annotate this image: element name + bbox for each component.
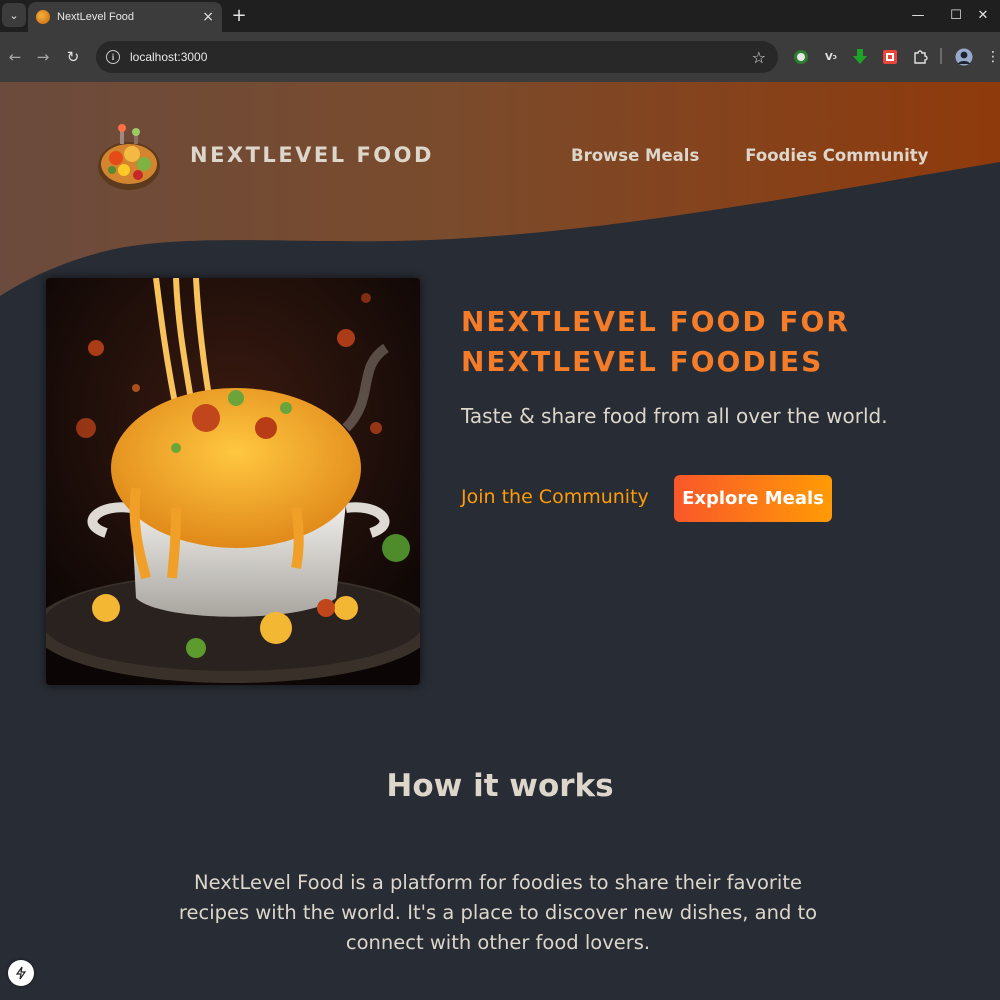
tab-favicon-icon [36, 10, 50, 24]
main-nav: Browse Meals Foodies Community [571, 146, 928, 165]
browser-tab-bar: ⌄ NextLevel Food × + — ☐ ✕ [0, 0, 1000, 32]
tab-title: NextLevel Food [57, 11, 135, 23]
nextjs-dev-indicator-icon[interactable] [8, 960, 34, 986]
how-it-works-title: How it works [386, 768, 614, 804]
extensions-puzzle-icon[interactable] [911, 48, 929, 66]
logo-food-icon [96, 120, 162, 190]
extension-red-icon[interactable] [881, 48, 899, 66]
logo-text: NEXTLEVEL FOOD [190, 143, 434, 167]
profile-avatar[interactable] [955, 48, 973, 66]
more-menu-icon[interactable]: ⋮ [984, 48, 1000, 66]
logo-link[interactable]: NEXTLEVEL FOOD [96, 120, 434, 190]
how-it-works-description: NextLevel Food is a platform for foodies… [178, 871, 818, 954]
page-content: NEXTLEVEL FOOD Browse Meals Foodies Comm… [0, 82, 1000, 1000]
download-icon[interactable] [851, 48, 869, 66]
browser-tab[interactable]: NextLevel Food × [28, 2, 222, 32]
nav-foodies-community[interactable]: Foodies Community [745, 146, 928, 165]
join-community-link[interactable]: Join the Community [461, 486, 649, 508]
hero-slideshow-image [46, 278, 420, 685]
explore-meals-button[interactable]: Explore Meals [674, 475, 832, 522]
tab-search-chevron-icon[interactable]: ⌄ [2, 3, 26, 27]
minimize-icon[interactable]: — [900, 4, 936, 26]
hero-subtitle: Taste & share food from all over the wor… [461, 404, 888, 428]
toolbar-divider [940, 48, 942, 64]
url-text[interactable]: localhost:3000 [130, 50, 752, 64]
extension-vue-icon[interactable]: Vɔ [822, 48, 840, 66]
nav-browse-meals[interactable]: Browse Meals [571, 146, 699, 165]
browser-toolbar: ← → ↻ i localhost:3000 ☆ Vɔ ⋮ [0, 32, 1000, 82]
back-arrow-icon[interactable]: ← [4, 46, 26, 68]
new-tab-button[interactable]: + [228, 4, 250, 26]
hero-heading: NEXTLEVEL FOOD FOR NEXTLEVEL FOODIES [461, 302, 881, 382]
hero-heading-line-2: NEXTLEVEL FOODIES [461, 345, 824, 378]
bookmark-star-icon[interactable]: ☆ [752, 48, 766, 67]
site-info-icon[interactable]: i [106, 50, 120, 64]
extension-green-icon[interactable] [792, 48, 810, 66]
reload-icon[interactable]: ↻ [62, 46, 84, 68]
hero-heading-line-1: NEXTLEVEL FOOD FOR [461, 305, 850, 338]
forward-arrow-icon[interactable]: → [32, 46, 54, 68]
window-close-icon[interactable]: ✕ [968, 4, 998, 26]
tab-close-icon[interactable]: × [202, 9, 214, 25]
address-bar[interactable]: i localhost:3000 ☆ [96, 41, 778, 73]
